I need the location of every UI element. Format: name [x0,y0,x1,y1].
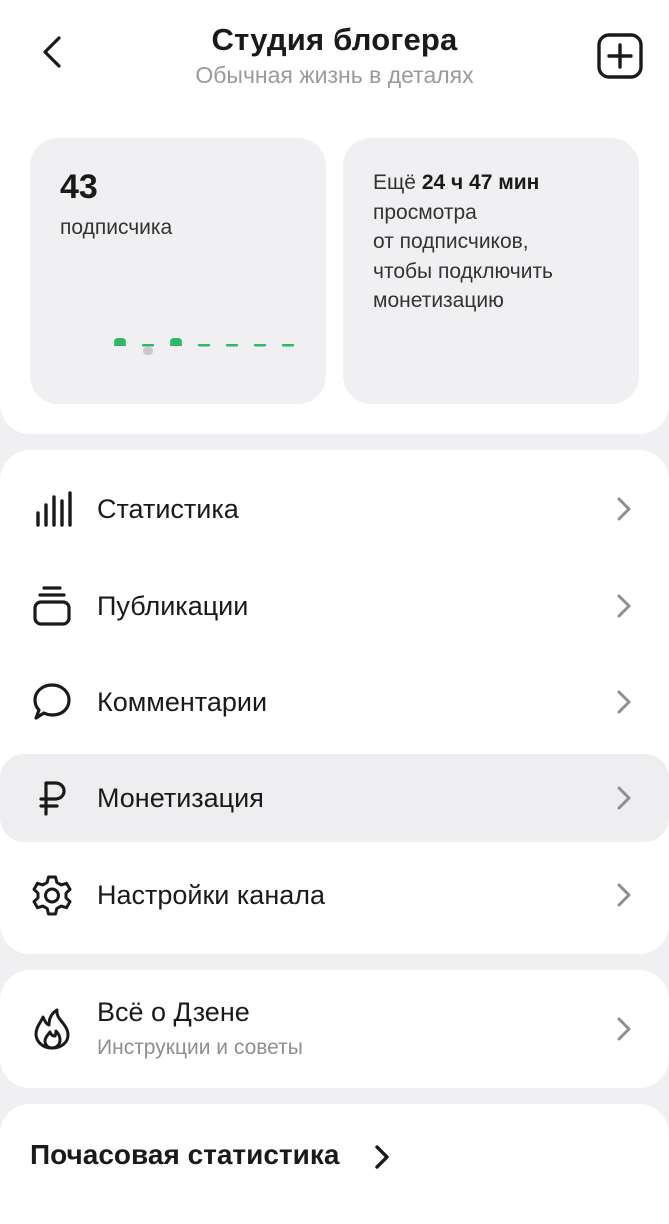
menu-item-monetization[interactable]: Монетизация [0,754,669,842]
spark-bar-6 [254,344,266,347]
subscribers-count: 43 [60,168,98,206]
progress-line-5: монетизацию [373,289,504,312]
chevron-right-icon [612,880,636,910]
chevron-right-icon [612,687,636,717]
spark-bar-7 [282,344,294,347]
bar-chart-icon [30,487,74,531]
chevron-right-icon [612,783,636,813]
about-dzen-item[interactable]: Всё о Дзене Инструкции и советы [0,970,669,1088]
ruble-icon [30,776,74,820]
flame-icon [30,1007,74,1051]
menu-item-channel-settings[interactable]: Настройки канала [0,851,669,939]
menu-item-label: Статистика [97,493,239,524]
monetization-progress-card[interactable]: Ещё 24 ч 47 мин просмотра от подписчиков… [343,138,639,404]
about-dzen-title: Всё о Дзене [97,997,250,1027]
subscribers-sparkline [114,338,294,355]
menu-item-label: Публикации [97,590,249,621]
menu-item-publications[interactable]: Публикации [0,562,669,650]
subscribers-card[interactable]: 43 подписчика [30,138,326,404]
chevron-right-icon [612,1014,636,1044]
spark-bar-4 [198,344,210,347]
header: Студия блогера Обычная жизнь в деталях [0,0,669,120]
spark-bar-5 [226,344,238,347]
comment-icon [30,680,74,724]
monetization-progress-text: Ещё 24 ч 47 мин просмотра от подписчиков… [373,168,623,316]
menu-item-label: Комментарии [97,686,268,717]
page-subtitle: Обычная жизнь в деталях [195,62,474,88]
plus-square-icon [597,33,643,79]
hourly-stats-title: Почасовая статистика [30,1139,340,1170]
page-title: Студия блогера [211,22,458,57]
chevron-right-icon [612,591,636,621]
menu-item-statistics[interactable]: Статистика [0,465,669,553]
spark-bar-3 [170,338,182,346]
studio-menu: Статистика Публикации Комментарии Монети… [0,450,669,954]
progress-line-4: чтобы подключить [373,259,553,283]
gear-icon [30,873,74,917]
progress-line-2: просмотра [373,200,477,224]
menu-item-label: Настройки канала [97,879,326,910]
subscribers-label: подписчика [60,216,173,239]
progress-prefix: Ещё [373,171,416,194]
hourly-stats-section[interactable]: Почасовая статистика [0,1104,669,1224]
progress-line-3: от подписчиков, [373,230,529,253]
stack-icon [30,584,74,628]
menu-item-label: Монетизация [97,782,264,813]
spark-bar-1 [114,338,126,346]
top-panel: Студия блогера Обычная жизнь в деталях 4… [0,0,669,434]
chevron-right-icon [612,494,636,524]
progress-time: 24 ч 47 мин [421,171,540,194]
menu-item-comments[interactable]: Комментарии [0,658,669,746]
chevron-right-icon [370,1142,394,1172]
spark-bar-2 [142,344,154,355]
about-dzen-subtitle: Инструкции и советы [97,1036,303,1059]
add-publication-button[interactable] [596,32,644,80]
